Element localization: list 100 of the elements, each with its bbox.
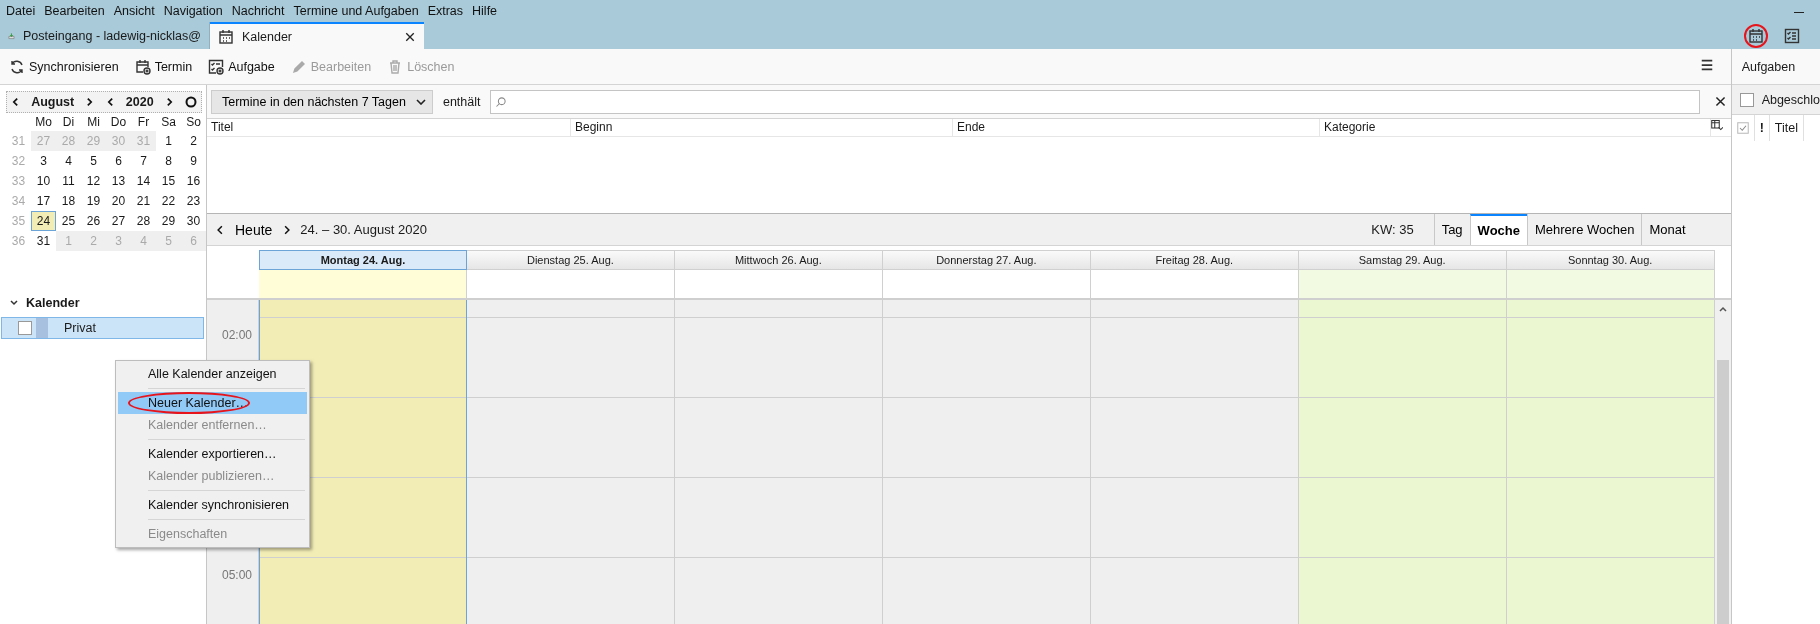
- column-header[interactable]: Titel: [1769, 115, 1804, 141]
- menu-item[interactable]: Datei: [4, 4, 43, 18]
- day-cell[interactable]: 1: [156, 131, 181, 151]
- day-cell[interactable]: 5: [81, 151, 106, 171]
- close-icon: [1713, 95, 1727, 108]
- day-cell[interactable]: 11: [56, 171, 81, 191]
- week-number: 36: [10, 233, 27, 250]
- day-cell[interactable]: 18: [56, 191, 81, 211]
- menu-item[interactable]: Navigation: [161, 4, 230, 18]
- day-cell[interactable]: 22: [156, 191, 181, 211]
- week-number: 35: [10, 213, 27, 230]
- day-cell[interactable]: 23: [181, 191, 206, 211]
- day-cell[interactable]: 13: [106, 171, 131, 191]
- day-cell[interactable]: 2: [181, 131, 206, 151]
- year-label: 2020: [125, 95, 154, 109]
- menu-item[interactable]: Hilfe: [470, 4, 505, 18]
- menu-item[interactable]: Neuer Kalender…: [118, 392, 307, 414]
- calendar-name: Privat: [64, 321, 96, 335]
- all-day-cell[interactable]: [1506, 270, 1715, 300]
- close-icon: [404, 30, 416, 43]
- all-day-cell[interactable]: [882, 270, 1091, 300]
- checkmark-icon: [1736, 122, 1749, 134]
- column-header[interactable]: Ende: [953, 119, 1320, 136]
- today-button[interactable]: Heute: [233, 221, 275, 238]
- week-number: 32: [10, 153, 27, 170]
- column-header[interactable]: Kategorie: [1320, 119, 1711, 136]
- menu-item[interactable]: Extras: [425, 4, 471, 18]
- day-cell[interactable]: 31: [31, 231, 56, 251]
- column-header[interactable]: !: [1754, 115, 1770, 141]
- calendar-plus-icon: [134, 58, 151, 75]
- menu-item[interactable]: Termine und Aufgaben: [291, 4, 426, 18]
- menu-item[interactable]: Kalender synchronisieren: [118, 494, 307, 516]
- column-header[interactable]: Titel: [207, 119, 571, 136]
- day-cell[interactable]: 20: [106, 191, 131, 211]
- view-tab[interactable]: Woche: [1469, 214, 1527, 245]
- day-cell[interactable]: 17: [31, 191, 56, 211]
- day-cell[interactable]: 10: [31, 171, 56, 191]
- day-cell[interactable]: 9: [181, 151, 206, 171]
- menu-item[interactable]: Nachricht: [229, 4, 292, 18]
- week-number: 34: [10, 193, 27, 210]
- weekday-label: Mo: [34, 114, 53, 131]
- pencil-icon: [290, 58, 307, 75]
- all-day-cell[interactable]: [1090, 270, 1299, 300]
- day-column[interactable]: [1298, 300, 1507, 624]
- day-cell[interactable]: 28: [131, 211, 156, 231]
- day-cell[interactable]: 29: [156, 211, 181, 231]
- checkbox[interactable]: [18, 321, 32, 335]
- day-cell[interactable]: 27: [106, 211, 131, 231]
- toolbar-button[interactable]: Aufgabe: [203, 55, 280, 78]
- day-header: Dienstag 25. Aug.: [466, 250, 675, 270]
- day-cell[interactable]: 16: [181, 171, 206, 191]
- day-cell[interactable]: 12: [81, 171, 106, 191]
- menu-item[interactable]: Ansicht: [111, 4, 162, 18]
- calendar-icon: [1748, 27, 1764, 44]
- day-cell[interactable]: 26: [81, 211, 106, 231]
- day-column[interactable]: [466, 300, 675, 624]
- day-cell[interactable]: 8: [156, 151, 181, 171]
- weekday-label: Mi: [86, 114, 101, 131]
- chevron-icon[interactable]: [10, 300, 18, 306]
- caret-icon: [415, 98, 426, 105]
- toolbar-button[interactable]: Termin: [129, 55, 198, 78]
- all-day-cell[interactable]: [466, 270, 675, 300]
- weekday-label: Fr: [136, 114, 151, 131]
- checklist-plus-icon: [208, 58, 225, 75]
- day-header: Donnerstag 27. Aug.: [882, 250, 1091, 270]
- day-cell[interactable]: 15: [156, 171, 181, 191]
- search-field[interactable]: [490, 89, 1700, 114]
- day-column[interactable]: [674, 300, 883, 624]
- day-column[interactable]: [1090, 300, 1299, 624]
- chevron-right-icon: [85, 97, 95, 107]
- tab[interactable]: Kalender: [210, 22, 424, 49]
- circled-mode-button[interactable]: [1744, 23, 1768, 48]
- all-day-cell[interactable]: [1298, 270, 1507, 300]
- menu-item[interactable]: Bearbeiten: [42, 4, 112, 18]
- menu-item[interactable]: Alle Kalender anzeigen: [118, 363, 307, 385]
- all-day-cell[interactable]: [674, 270, 883, 300]
- day-cell[interactable]: 30: [181, 211, 206, 231]
- day-cell[interactable]: 19: [81, 191, 106, 211]
- hour-label: 05:00: [221, 568, 252, 582]
- column-header[interactable]: Beginn: [571, 119, 953, 136]
- week-number-label: KW: 35: [1371, 222, 1414, 237]
- day-cell[interactable]: 6: [106, 151, 131, 171]
- minimize-icon[interactable]: [1794, 12, 1804, 13]
- day-cell[interactable]: 4: [56, 151, 81, 171]
- day-cell[interactable]: 21: [131, 191, 156, 211]
- day-cell[interactable]: 24: [31, 211, 56, 231]
- day-cell[interactable]: 3: [31, 151, 56, 171]
- day-cell[interactable]: 7: [131, 151, 156, 171]
- today-circle-icon[interactable]: [185, 96, 197, 108]
- checkbox[interactable]: [1739, 92, 1754, 107]
- day-cell[interactable]: 14: [131, 171, 156, 191]
- column-picker-icon: [1710, 119, 1723, 131]
- scroll-up-icon[interactable]: [1718, 306, 1727, 312]
- toolbar-button[interactable]: Synchronisieren: [4, 55, 124, 78]
- all-day-cell[interactable]: [259, 270, 467, 300]
- day-column[interactable]: [882, 300, 1091, 624]
- range-dropdown[interactable]: Termine in den nächsten 7 Tagen: [211, 89, 433, 114]
- day-cell[interactable]: 25: [56, 211, 81, 231]
- menu-item[interactable]: Kalender exportieren…: [118, 443, 307, 465]
- calendar-list-item[interactable]: Privat: [1, 317, 204, 339]
